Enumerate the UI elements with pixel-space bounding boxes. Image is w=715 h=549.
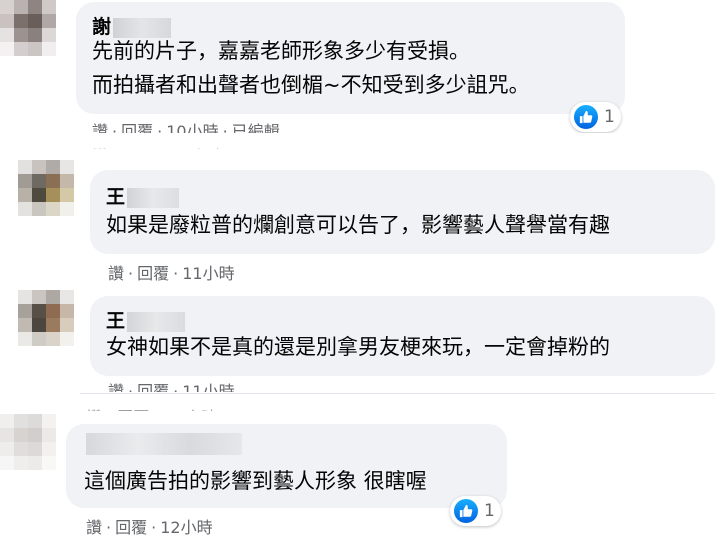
- section-divider: [80, 393, 715, 394]
- author-name-blur: [127, 311, 186, 332]
- reaction-count: 1: [604, 107, 615, 127]
- like-link[interactable]: 讚: [108, 382, 124, 392]
- avatar[interactable]: [0, 414, 56, 470]
- comment-text: 而拍攝者和出聲者也倒楣~不知受到多少詛咒。: [92, 73, 530, 97]
- comment-text: 如果是廢粒普的爛創意可以告了，影響藝人聲譽當有趣: [106, 213, 610, 237]
- like-link[interactable]: 讚: [108, 264, 124, 283]
- author-name-blur: [86, 432, 242, 455]
- comment-text: 女神如果不是真的還是別拿男友梗來玩，一定會掉粉的: [106, 335, 610, 359]
- reply-link[interactable]: 回覆: [137, 264, 169, 283]
- timestamp-link[interactable]: 11小時: [182, 264, 234, 283]
- reply-link[interactable]: 回覆: [115, 518, 147, 537]
- comment-author[interactable]: [84, 432, 242, 455]
- comment-actions: 讚 · 回覆 · 12小時: [86, 518, 213, 537]
- comment-text: 先前的片子，嘉嘉老師形象多少有受損。: [92, 39, 470, 63]
- author-name-blur: [127, 187, 180, 208]
- reaction-count: 1: [484, 501, 495, 521]
- avatar[interactable]: [18, 290, 74, 346]
- comment-actions: 讚 · 回覆 · 11小時: [108, 264, 235, 283]
- author-name[interactable]: 王: [106, 186, 125, 208]
- thumbs-up-icon: [454, 499, 478, 523]
- timestamp-link[interactable]: 11小時: [182, 382, 234, 392]
- comment-text: 這個廣告拍的影響到藝人形象 很瞎喔: [84, 469, 427, 493]
- reply-link[interactable]: 回覆: [137, 382, 169, 392]
- comment-actions: 讚 · 回覆 · 11小時: [108, 378, 235, 392]
- reaction-badge[interactable]: 1: [450, 496, 501, 526]
- cut-off-actions: 讚 · 回覆 · 11小時: [86, 404, 217, 411]
- avatar[interactable]: [18, 160, 74, 216]
- reaction-badge[interactable]: 1: [570, 102, 621, 132]
- comment-author[interactable]: 王: [106, 306, 186, 333]
- thumbs-up-icon: [574, 105, 598, 129]
- author-name[interactable]: 王: [106, 310, 125, 332]
- like-link[interactable]: 讚: [86, 518, 102, 537]
- avatar[interactable]: [0, 0, 56, 56]
- cut-off-actions: 讚 · 回覆 · 10小時: [92, 143, 223, 149]
- comment-author[interactable]: 王: [106, 182, 180, 209]
- timestamp-link[interactable]: 12小時: [160, 518, 212, 537]
